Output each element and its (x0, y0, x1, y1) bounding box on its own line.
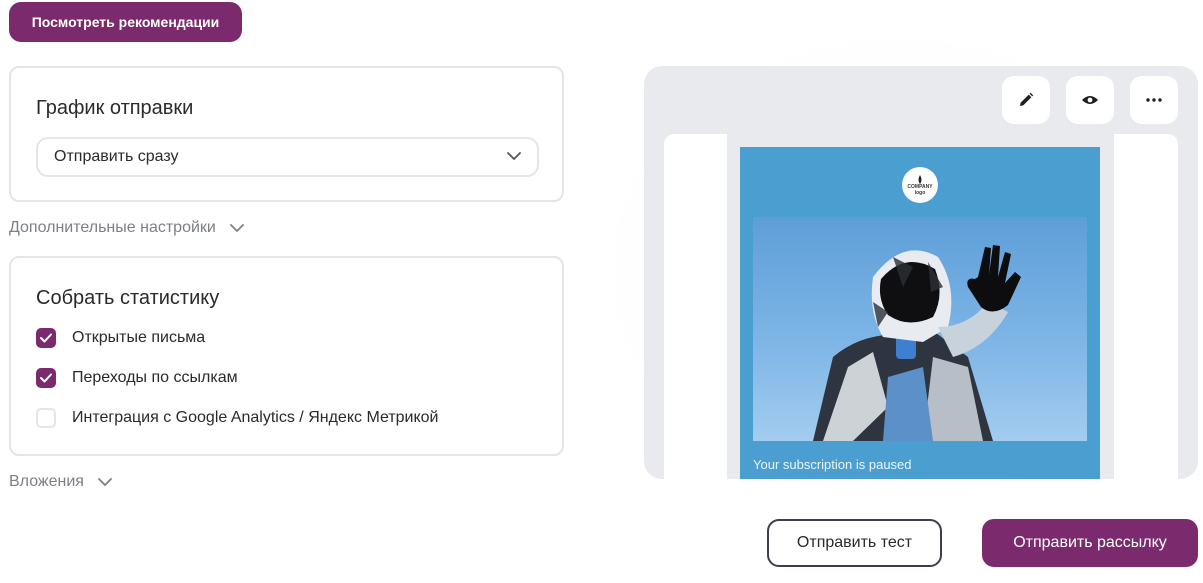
advanced-settings-toggle[interactable]: Дополнительные настройки (9, 219, 244, 237)
hero-image (753, 217, 1087, 441)
statistics-title: Собрать статистику (36, 287, 220, 309)
eye-icon (1082, 96, 1098, 104)
checkbox-label: Интеграция с Google Analytics / Яндекс М… (72, 409, 439, 426)
edit-button[interactable] (1002, 76, 1050, 124)
company-logo: COMPANY logo (902, 167, 938, 203)
check-icon (40, 373, 52, 383)
checkbox-checked[interactable] (36, 368, 56, 388)
pencil-icon (1020, 92, 1034, 106)
email-body: COMPANY logo Your subscription is paused (740, 147, 1100, 479)
email-wrapper: COMPANY logo Your subscription is paused (727, 134, 1114, 479)
chevron-down-icon (507, 152, 521, 160)
email-canvas: COMPANY logo Your subscription is paused (664, 134, 1178, 479)
chevron-down-icon (229, 224, 244, 232)
attachments-label: Вложения (9, 473, 84, 490)
send-test-button[interactable]: Отправить тест (767, 519, 942, 567)
view-recommendations-button[interactable]: Посмотреть рекомендации (9, 2, 242, 42)
preview-button[interactable] (1066, 76, 1114, 124)
checkbox-checked[interactable] (36, 328, 56, 348)
email-subscription-text: Your subscription is paused (753, 457, 912, 472)
checkbox-label: Открытые письма (72, 329, 206, 346)
checkbox-analytics-integration[interactable]: Интеграция с Google Analytics / Яндекс М… (36, 408, 439, 428)
email-preview-panel: COMPANY logo Your subscription is paused (644, 66, 1198, 479)
attachments-toggle[interactable]: Вложения (9, 473, 112, 491)
statistics-card: Собрать статистику Открытые письма Перех… (9, 256, 564, 456)
schedule-select-value: Отправить сразу (54, 148, 179, 165)
checkbox-link-clicks[interactable]: Переходы по ссылкам (36, 368, 238, 388)
more-options-button[interactable] (1130, 76, 1178, 124)
check-icon (40, 333, 52, 343)
schedule-title: График отправки (36, 97, 194, 119)
hero-figure-illustration (813, 245, 1021, 441)
chevron-down-icon (98, 478, 112, 486)
checkbox-label: Переходы по ссылкам (72, 369, 238, 386)
advanced-settings-label: Дополнительные настройки (9, 219, 216, 236)
more-horizontal-icon (1146, 98, 1162, 102)
send-campaign-button[interactable]: Отправить рассылку (982, 519, 1198, 567)
checkbox-unchecked[interactable] (36, 408, 56, 428)
drop-icon (918, 174, 922, 184)
checkbox-opened-emails[interactable]: Открытые письма (36, 328, 205, 348)
schedule-card: График отправки Отправить сразу (9, 66, 564, 202)
schedule-select[interactable]: Отправить сразу (36, 137, 539, 177)
